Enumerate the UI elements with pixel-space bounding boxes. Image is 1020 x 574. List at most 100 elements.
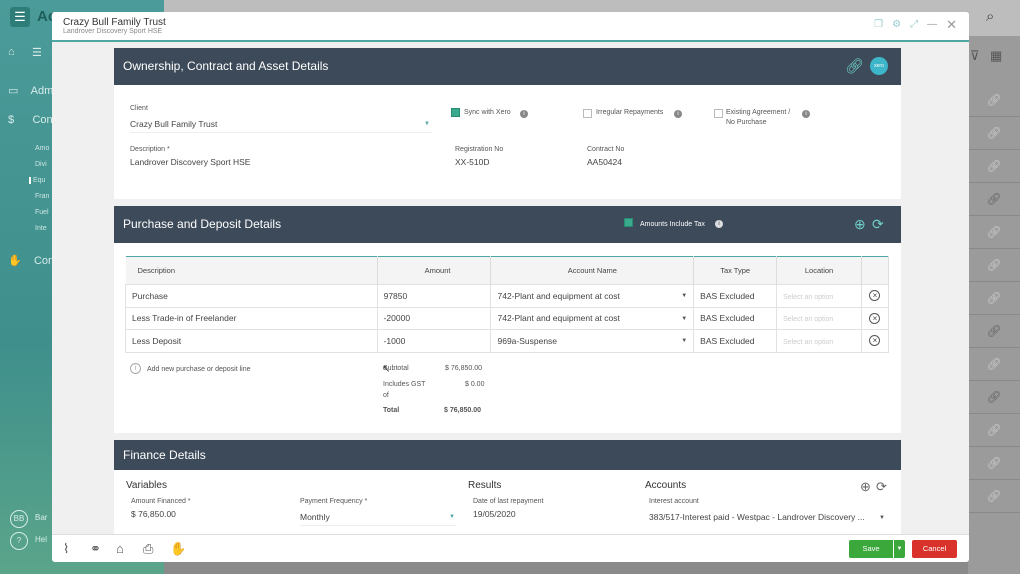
panel-title: Finance Details <box>123 448 206 462</box>
add-circle-icon[interactable]: ⊕ <box>854 206 866 243</box>
hand-icon: ✋ <box>8 255 22 267</box>
row-description[interactable]: Less Trade-in of Freelander <box>125 306 378 330</box>
refresh-icon[interactable]: ⟳ <box>872 206 884 243</box>
row-account[interactable]: 742-Plant and equipment at cost ▼ <box>490 284 695 308</box>
row-account[interactable]: 742-Plant and equipment at cost ▼ <box>490 306 695 330</box>
description-input[interactable]: Landrover Discovery Sport HSE <box>130 157 250 167</box>
link-icon[interactable]: 🔗︎ <box>968 414 1020 447</box>
row-description[interactable]: Purchase <box>125 284 378 308</box>
amounts-include-tax-checkbox[interactable] <box>624 218 633 227</box>
contract-input[interactable]: AA50424 <box>587 157 622 167</box>
link-icon[interactable]: 🔗︎ <box>968 183 1020 216</box>
interest-account-label: Interest account <box>649 498 699 505</box>
cancel-button[interactable]: Cancel <box>912 540 957 558</box>
row-amount[interactable]: 97850 <box>376 284 492 308</box>
registration-input[interactable]: XX-510D <box>455 157 490 167</box>
row-location[interactable]: Select an option <box>776 306 862 330</box>
chevron-down-icon: ▼ <box>449 514 455 520</box>
tag-icon[interactable]: ⌂ <box>116 541 124 556</box>
sync-xero-checkbox[interactable] <box>451 108 460 117</box>
settings-icon[interactable]: ⚙ <box>892 19 901 33</box>
last-repayment-label: Date of last repayment <box>473 498 544 505</box>
minimize-icon[interactable]: — <box>927 19 937 33</box>
sidebar-item-contracts[interactable]: $ Con <box>8 114 53 126</box>
existing-agreement-checkbox[interactable] <box>714 109 723 118</box>
remove-row-button[interactable]: × <box>860 284 890 308</box>
results-title: Results <box>468 480 502 491</box>
sidebar-item-admin[interactable]: ▭ Adm <box>8 84 53 97</box>
sidebar-subitem[interactable]: Amo <box>35 145 49 152</box>
columns-icon[interactable]: ▦ <box>990 48 1002 64</box>
add-line-link[interactable]: Add new purchase or deposit line <box>147 366 251 373</box>
amount-financed-input[interactable]: $ 76,850.00 <box>131 509 176 519</box>
sidebar-subitem[interactable]: Fuel <box>35 209 49 216</box>
table-header-row: Description Amount Account Name Tax Type… <box>125 256 890 285</box>
row-tax[interactable]: BAS Excluded <box>693 306 778 330</box>
interest-account-select[interactable]: 383/517-Interest paid - Westpac - Landro… <box>649 512 885 522</box>
row-amount[interactable]: -1000 <box>376 329 492 353</box>
close-icon[interactable]: ✕ <box>946 17 957 33</box>
search-icon[interactable]: ⌕ <box>986 8 994 25</box>
link-icon[interactable]: 🔗︎ <box>968 381 1020 414</box>
link-icon[interactable]: 🔗︎ <box>968 315 1020 348</box>
list-icon[interactable]: ☰ <box>32 46 42 59</box>
location-placeholder: Select an option <box>783 293 834 301</box>
payment-frequency-select[interactable]: Monthly <box>300 512 456 526</box>
workflow-icon[interactable]: ⌇ <box>63 541 69 557</box>
purchase-heading: Purchase and Deposit Details Amounts Inc… <box>114 206 901 243</box>
column-header-actions <box>861 256 890 285</box>
info-icon: i <box>802 110 810 118</box>
accounts-title: Accounts <box>645 480 687 491</box>
link-icon[interactable]: 🔗︎ <box>968 216 1020 249</box>
sidebar-subitem[interactable]: Inte <box>35 225 47 232</box>
help-link[interactable]: Hel <box>35 535 47 544</box>
sidebar-subitem[interactable]: Fran <box>35 193 49 200</box>
link-icon[interactable]: 🔗︎ <box>968 150 1020 183</box>
user-avatar[interactable]: BB <box>10 510 28 528</box>
save-options-caret[interactable]: ▼ <box>894 540 905 558</box>
irregular-repayments-checkbox[interactable] <box>583 109 592 118</box>
column-header: Location <box>776 256 862 285</box>
sidebar-subitem-active[interactable]: Equ <box>29 177 45 184</box>
background-table-column: ⊽ ▦ 🔗︎ 🔗︎ 🔗︎ 🔗︎ 🔗︎ 🔗︎ 🔗︎ 🔗︎ 🔗︎ 🔗︎ 🔗︎ 🔗︎ … <box>968 36 1020 574</box>
client-select[interactable]: Crazy Bull Family Trust <box>130 119 432 133</box>
remove-row-button[interactable]: × <box>860 329 890 353</box>
remove-row-button[interactable]: × <box>860 306 890 330</box>
row-amount[interactable]: -20000 <box>376 306 492 330</box>
hand-icon[interactable]: ✋ <box>170 541 186 557</box>
link-icon[interactable]: 🔗︎ <box>968 447 1020 480</box>
save-button[interactable]: Save <box>849 540 893 558</box>
link-icon[interactable]: 🔗︎ <box>968 480 1020 513</box>
expand-icon[interactable]: ⤢ <box>910 19 918 33</box>
link-icon[interactable]: 🔗︎ <box>968 282 1020 315</box>
filter-icon[interactable]: ⊽ <box>970 48 980 64</box>
print-icon[interactable]: ⎙ <box>143 541 153 557</box>
sidebar-item-contacts[interactable]: ✋ Con <box>8 254 54 267</box>
link-icon[interactable]: 🔗︎ <box>845 48 864 85</box>
row-tax[interactable]: BAS Excluded <box>693 329 778 353</box>
row-account[interactable]: 969a-Suspense ▼ <box>490 329 695 353</box>
home-icon[interactable]: ⌂ <box>8 46 15 58</box>
xero-icon[interactable]: xero <box>870 57 888 75</box>
user-name[interactable]: Bar <box>35 513 47 522</box>
link-icon[interactable]: 🔗︎ <box>968 117 1020 150</box>
link-icon[interactable]: 🔗︎ <box>968 348 1020 381</box>
link-icon[interactable]: 🔗︎ <box>968 249 1020 282</box>
sidebar-item-label: Con <box>32 114 53 126</box>
refresh-icon[interactable]: ⟳ <box>876 479 887 495</box>
link-icon[interactable]: 🔗︎ <box>968 84 1020 117</box>
add-circle-icon[interactable]: ⊕ <box>860 479 871 495</box>
row-location[interactable]: Select an option <box>776 329 862 353</box>
row-tax[interactable]: BAS Excluded <box>693 284 778 308</box>
row-location[interactable]: Select an option <box>776 284 862 308</box>
help-icon[interactable]: ? <box>10 532 28 550</box>
irregular-repayments-label: Irregular Repayments <box>596 109 664 116</box>
row-description[interactable]: Less Deposit <box>125 329 378 353</box>
description-label: Description * <box>130 146 170 153</box>
copy-icon[interactable]: ❐ <box>874 19 883 33</box>
sidebar-item-label: Adm <box>30 85 54 97</box>
link-icon[interactable]: ⚭ <box>90 541 101 557</box>
chevron-down-icon: ▼ <box>681 315 688 322</box>
chevron-down-icon: ▼ <box>681 293 688 299</box>
sidebar-subitem[interactable]: Divi <box>35 161 47 168</box>
